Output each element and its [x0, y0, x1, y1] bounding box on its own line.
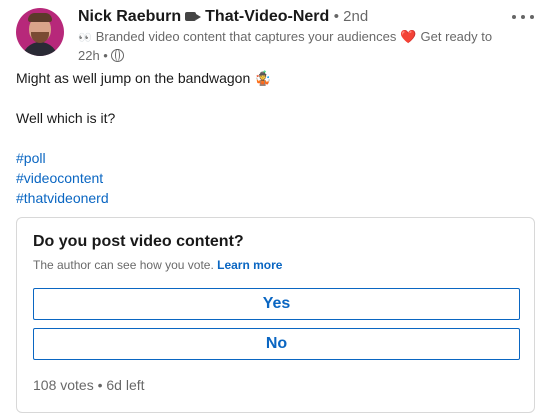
video-camera-icon	[185, 9, 202, 22]
poll-subtitle: The author can see how you vote. Learn m…	[33, 258, 282, 272]
hashtag-link[interactable]: #videocontent	[16, 168, 109, 188]
dot-icon	[512, 15, 516, 19]
more-options-button[interactable]	[512, 12, 534, 22]
author-meta: Nick Raeburn That-Video-Nerd • 2nd 👀 Brand…	[78, 6, 494, 65]
learn-more-link[interactable]: Learn more	[217, 258, 282, 272]
poll-subtitle-text: The author can see how you vote.	[33, 258, 214, 272]
headline-rest: Get ready to l...	[420, 29, 494, 44]
post-header: Nick Raeburn That-Video-Nerd • 2nd 👀 Brand…	[16, 6, 534, 63]
hashtag-link[interactable]: #poll	[16, 148, 109, 168]
dot-icon	[530, 15, 534, 19]
poll-option-no-button[interactable]: No	[33, 328, 520, 360]
post-time: 22h •	[78, 48, 108, 63]
heart-icon: ❤️	[400, 29, 417, 44]
author-headline: 👀 Branded video content that captures you…	[78, 28, 494, 47]
avatar[interactable]	[16, 8, 64, 56]
avatar-beard	[31, 32, 49, 43]
poll-card: Do you post video content? The author ca…	[16, 217, 535, 413]
avatar-body	[22, 42, 58, 56]
hashtag-list: #poll #videocontent #thatvideonerd	[16, 148, 109, 208]
dot-icon	[521, 15, 525, 19]
post-time-line: 22h •	[78, 47, 494, 65]
poll-option-yes-button[interactable]: Yes	[33, 288, 520, 320]
author-tag[interactable]: That-Video-Nerd	[205, 8, 329, 25]
headline-text: Branded video content that captures your…	[95, 29, 397, 44]
post-spacer	[16, 88, 534, 108]
avatar-hair	[28, 13, 52, 22]
post-body: Might as well jump on the bandwagon 🤹 We…	[16, 68, 534, 128]
author-name-line: Nick Raeburn That-Video-Nerd • 2nd	[78, 6, 494, 28]
poll-footer: 108 votes • 6d left	[33, 377, 145, 393]
eyes-icon: 👀	[78, 32, 92, 44]
hashtag-link[interactable]: #thatvideonerd	[16, 188, 109, 208]
post-line-2: Well which is it?	[16, 110, 116, 126]
post-line-1: Might as well jump on the bandwagon 🤹	[16, 70, 272, 86]
poll-question: Do you post video content?	[33, 233, 244, 250]
author-name[interactable]: Nick Raeburn	[78, 8, 181, 25]
connection-degree: • 2nd	[333, 8, 369, 25]
globe-icon	[111, 49, 125, 62]
